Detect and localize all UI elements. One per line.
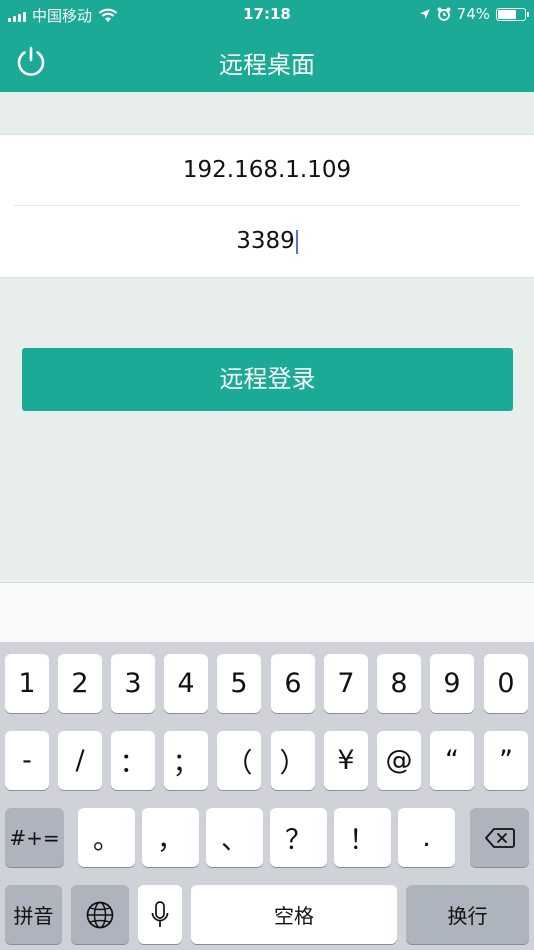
key-left-paren[interactable]: （	[217, 731, 261, 790]
key-at[interactable]: @	[377, 731, 421, 790]
location-icon	[419, 9, 430, 19]
key-exclamation[interactable]: ！	[334, 808, 391, 867]
key-3[interactable]: 3	[111, 654, 155, 713]
key-semicolon[interactable]: ；	[164, 731, 208, 790]
text-caret	[295, 229, 298, 254]
page-title: 远程桌面	[219, 51, 315, 79]
connection-form: 192.168.1.109 3389	[0, 134, 534, 278]
return-key[interactable]: 换行	[406, 885, 529, 944]
key-right-paren[interactable]: ）	[271, 731, 315, 790]
globe-icon	[86, 901, 114, 928]
key-slash[interactable]: /	[58, 731, 102, 790]
nav-bar: 远程桌面	[0, 30, 534, 92]
key-8[interactable]: 8	[377, 654, 421, 713]
alarm-icon	[437, 7, 451, 21]
key-right-quote[interactable]: ”	[484, 731, 528, 790]
host-input[interactable]: 192.168.1.109	[0, 135, 534, 205]
key-7[interactable]: 7	[324, 654, 368, 713]
backspace-icon	[484, 827, 515, 848]
battery-percent: 74%	[456, 5, 490, 23]
keyboard: 1 2 3 4 5 6 7 8 9 0 - / ： ； （ ） ¥ @ “ ” …	[0, 642, 534, 950]
key-yen[interactable]: ¥	[324, 731, 368, 790]
key-colon[interactable]: ：	[111, 731, 155, 790]
port-value: 3389	[236, 228, 295, 254]
key-6[interactable]: 6	[271, 654, 315, 713]
key-period[interactable]: .	[398, 808, 455, 867]
status-bar: 中国移动 17:18 74%	[0, 0, 534, 30]
keyboard-accessory-bar	[0, 582, 534, 643]
microphone-icon	[151, 900, 169, 927]
app-header: 中国移动 17:18 74% 远程桌面	[0, 0, 534, 92]
delete-key[interactable]	[470, 808, 529, 867]
host-value: 192.168.1.109	[182, 157, 352, 183]
mic-key[interactable]	[138, 885, 182, 944]
key-1[interactable]: 1	[5, 654, 49, 713]
symbols-mode-key[interactable]: #+=	[5, 808, 64, 867]
key-comma[interactable]: ，	[142, 808, 199, 867]
key-left-quote[interactable]: “	[430, 731, 474, 790]
pinyin-key[interactable]: 拼音	[5, 885, 62, 944]
battery-icon	[496, 7, 529, 21]
port-input[interactable]: 3389	[0, 206, 534, 276]
login-button[interactable]: 远程登录	[22, 348, 513, 411]
globe-key[interactable]	[71, 885, 129, 944]
key-0[interactable]: 0	[484, 654, 528, 713]
battery-level	[498, 9, 516, 19]
key-5[interactable]: 5	[217, 654, 261, 713]
key-hyphen[interactable]: -	[5, 731, 49, 790]
key-question[interactable]: ？	[270, 808, 327, 867]
key-fullstop[interactable]: 。	[78, 808, 135, 867]
space-key[interactable]: 空格	[191, 885, 397, 944]
key-2[interactable]: 2	[58, 654, 102, 713]
key-4[interactable]: 4	[164, 654, 208, 713]
key-9[interactable]: 9	[430, 654, 474, 713]
key-enumeration-comma[interactable]: 、	[206, 808, 263, 867]
